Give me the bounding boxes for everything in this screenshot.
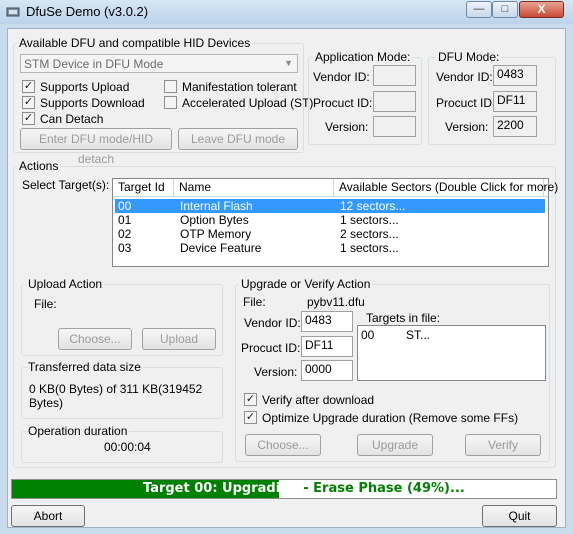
dfu-devices-group-label: Available DFU and compatible HID Devices — [17, 36, 253, 50]
target-sectors: 2 sectors... — [340, 227, 399, 241]
dfu-product-id-label: Procuct ID: — [436, 96, 496, 110]
window-title: DfuSe Demo (v3.0.2) — [26, 4, 149, 19]
verify-after-download-label: Verify after download — [262, 393, 375, 407]
dfuse-app-icon — [6, 7, 20, 17]
verify-button[interactable]: Verify — [465, 434, 541, 456]
column-header-name[interactable]: Name — [174, 179, 334, 196]
accelerated-upload-checkbox[interactable] — [164, 96, 177, 109]
column-header-available-sectors[interactable]: Available Sectors (Double Click for more… — [334, 179, 558, 196]
targets-in-file-item[interactable]: 00 ST... — [360, 328, 544, 342]
target-row-02[interactable]: 02 OTP Memory 2 sectors... — [115, 227, 545, 241]
target-name: Device Feature — [180, 241, 262, 255]
upload-button[interactable]: Upload — [142, 328, 216, 350]
upgrade-vendor-id-label: Vendor ID: — [244, 316, 301, 330]
close-button[interactable]: X — [519, 1, 564, 18]
progress-bar: Target 00: Upgrading - Erase Phase (49%)… — [11, 479, 557, 499]
can-detach-checkbox[interactable]: ✓ — [22, 112, 35, 125]
dfu-mode-group-label: DFU Mode: — [436, 50, 502, 64]
targets-table[interactable]: Target Id Name Available Sectors (Double… — [112, 178, 558, 267]
target-sectors: 1 sectors... — [340, 213, 399, 227]
upgrade-vendor-id-field: 0483 — [301, 311, 353, 332]
accelerated-upload-label: Accelerated Upload (ST) — [182, 96, 314, 110]
leave-dfu-mode-button[interactable]: Leave DFU mode — [178, 128, 298, 150]
dfu-version-label: Version: — [445, 120, 489, 134]
application-mode-group-label: Application Mode: — [313, 50, 413, 64]
minimize-icon: — — [473, 3, 485, 15]
operation-duration-group-label: Operation duration — [26, 424, 130, 438]
dfu-version-field: 2200 — [493, 116, 537, 137]
operation-duration-value: 00:00:04 — [104, 440, 151, 454]
device-select-value: STM Device in DFU Mode — [24, 57, 164, 71]
supports-download-label: Supports Download — [40, 96, 145, 110]
targets-in-file-label: Targets in file: — [366, 311, 441, 325]
progress-text-part1: Target 00: Upgrading — [143, 481, 299, 496]
upload-choose-button[interactable]: Choose... — [58, 328, 132, 350]
app-vendor-id-label: Vendor ID: — [313, 70, 370, 84]
verify-after-download-checkbox[interactable]: ✓ — [244, 393, 257, 406]
optimize-upgrade-checkbox[interactable]: ✓ — [244, 411, 257, 424]
upgrade-verify-group-label: Upgrade or Verify Action — [239, 277, 373, 291]
device-select[interactable]: STM Device in DFU Mode ▼ — [20, 54, 298, 73]
dfu-vendor-id-label: Vendor ID: — [436, 70, 493, 84]
progress-text: Target 00: Upgrading - Erase Phase (49%)… — [143, 480, 465, 498]
target-row-01[interactable]: 01 Option Bytes 1 sectors... — [115, 213, 545, 227]
app-version-field — [373, 116, 416, 137]
abort-button[interactable]: Abort — [11, 505, 85, 527]
app-vendor-id-field — [373, 65, 416, 86]
select-targets-label: Select Target(s): — [22, 178, 110, 192]
targets-table-header: Target Id Name Available Sectors (Double… — [113, 179, 558, 197]
upgrade-product-id-field: DF11 — [301, 336, 353, 357]
target-row-03[interactable]: 03 Device Feature 1 sectors... — [115, 241, 545, 255]
upload-file-label: File: — [34, 297, 57, 311]
transferred-data-group-label: Transferred data size — [26, 360, 143, 374]
app-product-id-field — [373, 91, 416, 112]
upgrade-product-id-label: Procuct ID: — [241, 341, 301, 355]
target-name: OTP Memory — [180, 227, 252, 241]
target-name: Option Bytes — [180, 213, 249, 227]
targets-in-file-list[interactable]: 00 ST... — [357, 325, 546, 381]
upgrade-choose-button[interactable]: Choose... — [245, 434, 321, 456]
target-id: 01 — [118, 213, 132, 227]
app-version-label: Version: — [325, 120, 369, 134]
quit-button[interactable]: Quit — [482, 505, 557, 527]
upload-action-group-label: Upload Action — [26, 277, 105, 291]
maximize-button[interactable]: □ — [492, 1, 518, 18]
targets-in-file-id: 00 — [361, 328, 375, 342]
can-detach-label: Can Detach — [40, 112, 104, 126]
targets-in-file-name: ST... — [406, 328, 431, 342]
column-header-target-id[interactable]: Target Id — [113, 179, 174, 196]
dfu-product-id-field: DF11 — [493, 91, 537, 112]
target-name: Internal Flash — [180, 199, 253, 213]
upgrade-version-label: Version: — [254, 365, 298, 379]
close-icon: X — [537, 2, 546, 16]
supports-download-checkbox[interactable]: ✓ — [22, 96, 35, 109]
progress-text-part2: - Erase Phase (49%)... — [298, 481, 465, 496]
supports-upload-checkbox[interactable]: ✓ — [22, 80, 35, 93]
dfu-vendor-id-field: 0483 — [493, 65, 537, 86]
optimize-upgrade-label: Optimize Upgrade duration (Remove some F… — [262, 411, 519, 425]
upgrade-button[interactable]: Upgrade — [357, 434, 433, 456]
minimize-button[interactable]: — — [466, 1, 492, 18]
actions-group-label: Actions — [17, 159, 61, 173]
target-sectors: 12 sectors... — [340, 199, 406, 213]
target-id: 03 — [118, 241, 132, 255]
upgrade-file-value: pybv11.dfu — [307, 295, 365, 309]
target-id: 00 — [118, 199, 132, 213]
upgrade-version-field: 0000 — [301, 360, 353, 381]
target-row-00[interactable]: 00 Internal Flash 12 sectors... — [115, 199, 545, 213]
supports-upload-label: Supports Upload — [40, 80, 130, 94]
target-sectors: 1 sectors... — [340, 241, 399, 255]
manifestation-tolerant-label: Manifestation tolerant — [182, 80, 297, 94]
enter-dfu-mode-button[interactable]: Enter DFU mode/HID detach — [20, 128, 172, 166]
transferred-data-text: 0 KB(0 Bytes) of 311 KB(319452 Bytes) — [29, 382, 203, 410]
target-id: 02 — [118, 227, 132, 241]
maximize-icon: □ — [501, 3, 509, 15]
manifestation-tolerant-checkbox[interactable] — [164, 80, 177, 93]
chevron-down-icon: ▼ — [284, 58, 293, 68]
upgrade-file-label: File: — [243, 295, 266, 309]
app-product-id-label: Procuct ID: — [313, 96, 373, 110]
